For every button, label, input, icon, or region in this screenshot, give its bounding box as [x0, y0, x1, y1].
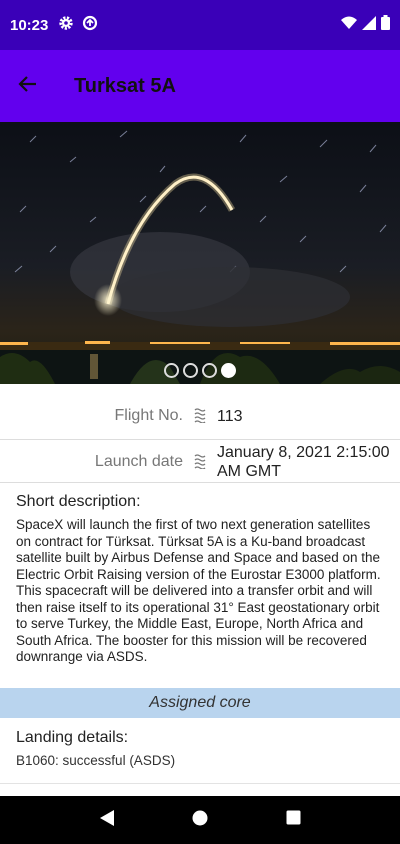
landing-title: Landing details:: [16, 729, 129, 746]
back-icon[interactable]: [99, 809, 115, 832]
system-nav-bar: [0, 796, 400, 844]
pager-dot[interactable]: [183, 363, 198, 378]
waves-icon: [183, 407, 217, 423]
battery-icon: [381, 15, 390, 35]
status-bar: 10:23: [0, 0, 400, 50]
landing-text: B1060: successful (ASDS): [16, 753, 176, 768]
app-bar: Turksat 5A: [0, 50, 400, 122]
page-title: Turksat 5A: [74, 74, 176, 97]
landing-section: Landing details: B1060: successful (ASDS…: [16, 729, 386, 768]
recents-icon[interactable]: [286, 810, 301, 830]
assigned-core-header: Assigned core: [0, 688, 400, 718]
data-saver-icon: [82, 15, 98, 36]
carousel-pager: [0, 363, 400, 378]
launch-image-carousel[interactable]: [0, 122, 400, 384]
gear-icon: [58, 15, 74, 36]
detail-row-flight-number: Flight No. 113: [0, 407, 400, 440]
arrow-back-icon: [18, 74, 38, 99]
description-section: Short description: SpaceX will launch th…: [16, 493, 386, 666]
status-time: 10:23: [10, 16, 49, 34]
divider: [0, 783, 400, 784]
detail-label: Launch date: [94, 453, 183, 470]
waves-icon: [183, 443, 217, 469]
home-icon[interactable]: [192, 810, 208, 831]
detail-value: 113: [217, 408, 243, 425]
detail-label: Flight No.: [114, 407, 183, 424]
wifi-icon: [341, 16, 357, 35]
description-title: Short description:: [16, 493, 141, 510]
pager-dot[interactable]: [164, 363, 179, 378]
back-button[interactable]: [0, 58, 56, 114]
signal-icon: [362, 15, 376, 35]
pager-dot-active[interactable]: [221, 363, 236, 378]
description-text: SpaceX will launch the first of two next…: [16, 517, 381, 664]
detail-row-launch-date: Launch date January 8, 2021 2:15:00 AM G…: [0, 441, 400, 483]
detail-value: January 8, 2021 2:15:00 AM GMT: [217, 444, 390, 480]
launch-photo: [0, 122, 400, 384]
pager-dot[interactable]: [202, 363, 217, 378]
